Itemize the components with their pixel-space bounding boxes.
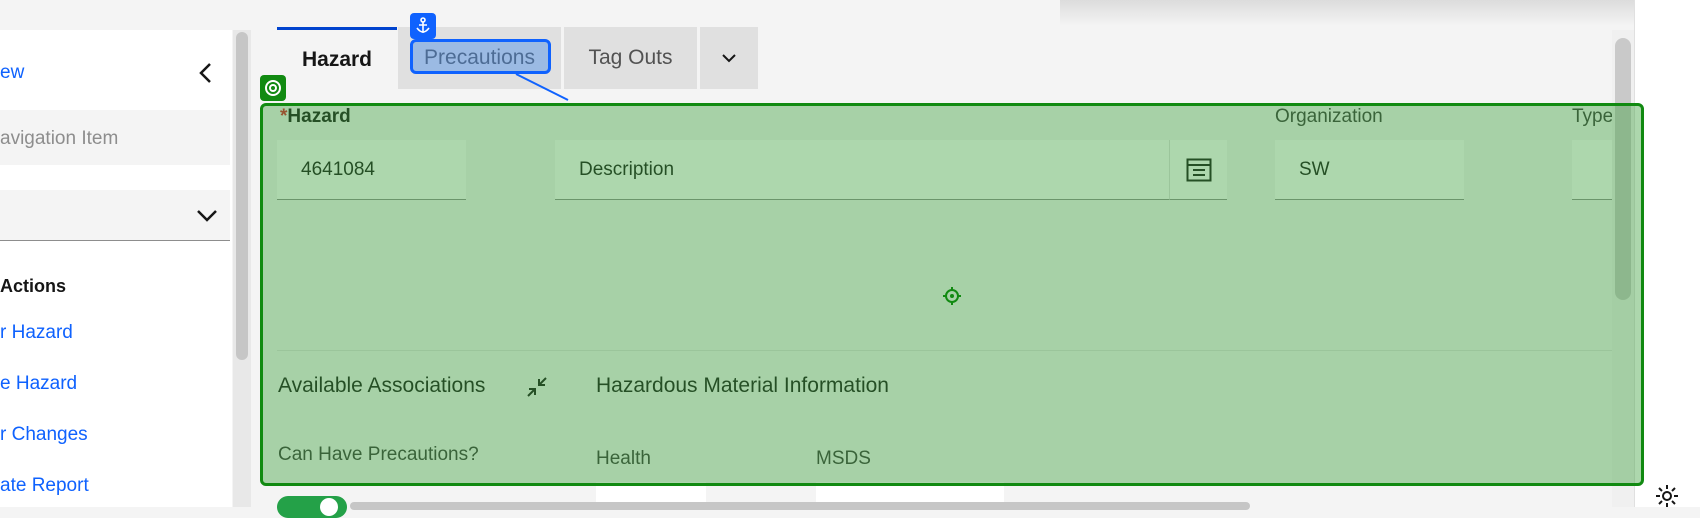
header-shadow xyxy=(1060,0,1634,26)
tab-tag-outs-label: Tag Outs xyxy=(588,46,673,69)
target-badge xyxy=(260,75,286,101)
target-icon xyxy=(265,80,281,96)
chevron-down-icon xyxy=(197,210,217,222)
tab-hazard[interactable]: Hazard xyxy=(277,27,397,89)
action-link-4[interactable]: ate Report xyxy=(0,475,89,497)
action-link-3[interactable]: r Changes xyxy=(0,424,88,446)
precautions-highlight xyxy=(410,39,551,74)
tab-hazard-label: Hazard xyxy=(301,47,373,71)
collapse-nav-button[interactable] xyxy=(198,62,214,89)
view-link[interactable]: ew xyxy=(0,62,24,84)
settings-button[interactable] xyxy=(1655,484,1679,513)
nav-search-placeholder: avigation Item xyxy=(0,128,119,149)
chevron-left-icon xyxy=(199,63,211,83)
crosshair-marker xyxy=(942,286,962,311)
tab-overflow-button[interactable] xyxy=(700,27,758,89)
action-link-2[interactable]: e Hazard xyxy=(0,373,77,395)
anchor-icon xyxy=(416,17,430,33)
toggle-knob xyxy=(320,498,338,516)
anchor-connector xyxy=(515,73,569,101)
tab-tag-outs[interactable]: Tag Outs xyxy=(564,27,697,89)
gear-icon xyxy=(1656,485,1678,507)
nav-select-chevron[interactable] xyxy=(196,208,218,227)
crosshair-icon xyxy=(943,287,961,305)
nav-scrollbar-thumb[interactable] xyxy=(236,32,248,360)
chevron-down-icon xyxy=(722,54,736,63)
action-link-1[interactable]: r Hazard xyxy=(0,322,73,344)
actions-heading: Actions xyxy=(0,276,67,296)
horizontal-scrollbar[interactable] xyxy=(350,502,1250,510)
anchor-badge xyxy=(410,13,436,39)
